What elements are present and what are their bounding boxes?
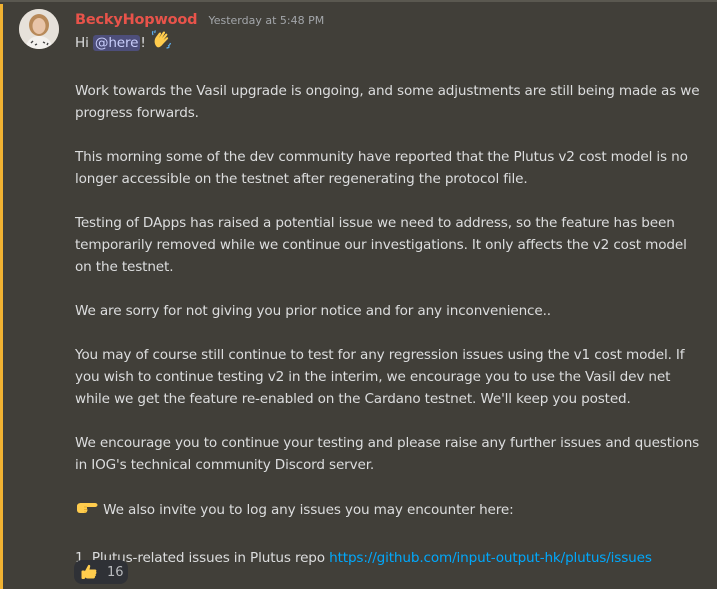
user-avatar[interactable]: [19, 9, 59, 49]
plutus-issues-link[interactable]: https://github.com/input-output-hk/plutu…: [329, 550, 652, 566]
greeting-prefix: Hi: [75, 35, 93, 51]
message-paragraph: You may of course still continue to test…: [75, 347, 685, 407]
message-timestamp[interactable]: Yesterday at 5:48 PM: [208, 14, 324, 27]
pointing-right-emoji-icon: [75, 498, 99, 525]
message-header: BeckyHopwood Yesterday at 5:48 PM: [75, 9, 324, 29]
message-content: Hi @here! Work towards the Vasil upgrade…: [75, 29, 700, 569]
reaction-count: 16: [107, 564, 124, 580]
message-paragraph: We are sorry for not giving you prior no…: [75, 303, 551, 319]
mention-highlight-bar: [0, 4, 3, 589]
message-paragraph: This morning some of the dev community h…: [75, 149, 688, 187]
user-avatar-photo: [19, 9, 59, 49]
message-paragraph: Work towards the Vasil upgrade is ongoin…: [75, 83, 700, 121]
greeting-line: Hi @here!: [75, 29, 700, 58]
here-mention[interactable]: @here: [92, 35, 141, 51]
invite-line: We also invite you to log any issues you…: [75, 498, 700, 525]
thumbs-up-reaction-button[interactable]: 16: [74, 560, 128, 584]
waving-hand-emoji-icon: [150, 29, 172, 58]
chat-message: BeckyHopwood Yesterday at 5:48 PM Hi @he…: [0, 0, 717, 589]
invite-text: We also invite you to log any issues you…: [99, 502, 514, 518]
list-item: 1. Plutus-related issues in Plutus repo …: [75, 547, 700, 569]
author-name[interactable]: BeckyHopwood: [75, 12, 198, 28]
message-paragraph: Testing of DApps has raised a potential …: [75, 215, 687, 275]
message-paragraph: We encourage you to continue your testin…: [75, 435, 700, 473]
greeting-suffix: !: [140, 35, 146, 51]
thumbs-up-emoji-icon: [81, 564, 97, 579]
